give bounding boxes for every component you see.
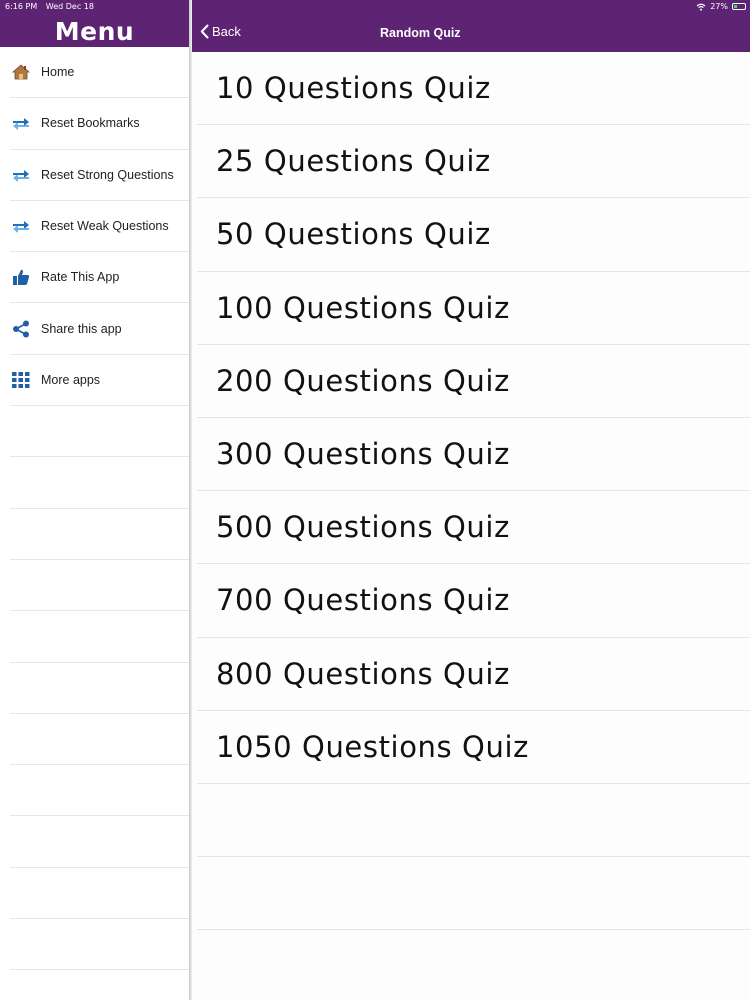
empty-row bbox=[10, 509, 189, 560]
share-icon bbox=[11, 319, 31, 339]
empty-row bbox=[10, 560, 189, 612]
quiz-option-50[interactable]: 50 Questions Quiz bbox=[197, 198, 750, 272]
sidebar-item-label: Reset Strong Questions bbox=[41, 167, 174, 182]
sidebar-item-share-this-app[interactable]: Share this app bbox=[10, 303, 189, 355]
empty-row bbox=[10, 816, 189, 868]
sidebar-item-label: Share this app bbox=[41, 321, 122, 336]
sidebar-item-label: Rate This App bbox=[41, 270, 120, 285]
quiz-option-label: 10 Questions Quiz bbox=[216, 71, 491, 106]
sidebar-item-more-apps[interactable]: More apps bbox=[10, 355, 189, 407]
status-date: Wed Dec 18 bbox=[45, 2, 94, 11]
quiz-option-1050[interactable]: 1050 Questions Quiz bbox=[197, 711, 750, 784]
quiz-option-label: 500 Questions Quiz bbox=[216, 510, 510, 545]
quiz-option-10[interactable]: 10 Questions Quiz bbox=[197, 52, 750, 126]
empty-row bbox=[197, 857, 750, 931]
empty-row bbox=[10, 663, 189, 714]
quiz-option-label: 700 Questions Quiz bbox=[216, 583, 510, 618]
house-icon bbox=[11, 62, 31, 82]
battery-percent: 27% bbox=[710, 2, 728, 11]
wifi-icon bbox=[696, 3, 706, 11]
quiz-option-700[interactable]: 700 Questions Quiz bbox=[197, 564, 750, 638]
quiz-option-500[interactable]: 500 Questions Quiz bbox=[197, 491, 750, 565]
reset-arrows-icon bbox=[11, 216, 31, 236]
empty-row bbox=[10, 406, 189, 458]
quiz-option-label: 100 Questions Quiz bbox=[216, 290, 510, 325]
quiz-option-label: 800 Questions Quiz bbox=[216, 656, 510, 691]
empty-row bbox=[10, 714, 189, 766]
page-title: Random Quiz bbox=[380, 26, 461, 40]
quiz-option-100[interactable]: 100 Questions Quiz bbox=[197, 272, 750, 345]
status-time: 6:16 PM bbox=[5, 2, 38, 11]
reset-arrows-icon bbox=[11, 165, 31, 185]
empty-row bbox=[197, 784, 750, 858]
sidebar-item-reset-strong-questions[interactable]: Reset Strong Questions bbox=[10, 150, 189, 201]
sidebar-item-label: More apps bbox=[41, 372, 101, 387]
quiz-option-label: 50 Questions Quiz bbox=[216, 217, 491, 252]
empty-row bbox=[10, 970, 189, 1000]
sidebar-item-label: Reset Bookmarks bbox=[41, 116, 140, 131]
sidebar-item-reset-bookmarks[interactable]: Reset Bookmarks bbox=[10, 98, 189, 150]
quiz-option-label: 300 Questions Quiz bbox=[216, 437, 510, 472]
sidebar-item-label: Home bbox=[41, 65, 75, 80]
quiz-option-800[interactable]: 800 Questions Quiz bbox=[197, 638, 750, 711]
quiz-option-label: 200 Questions Quiz bbox=[216, 363, 510, 398]
sidebar-item-rate-this-app[interactable]: Rate This App bbox=[10, 252, 189, 304]
empty-row bbox=[10, 765, 189, 817]
grid-icon bbox=[11, 370, 31, 390]
empty-row bbox=[10, 457, 189, 509]
empty-row bbox=[10, 919, 189, 971]
quiz-option-300[interactable]: 300 Questions Quiz bbox=[197, 418, 750, 492]
empty-row bbox=[10, 611, 189, 663]
reset-arrows-icon bbox=[11, 113, 31, 133]
main-panel: Back Random Quiz 10 Questions Quiz 25 Qu… bbox=[192, 0, 750, 1000]
sidebar-item-home[interactable]: Home bbox=[10, 47, 189, 99]
sidebar-menu: Menu Home Reset Bookmarks Reset Strong Q… bbox=[0, 0, 189, 1000]
sidebar-item-reset-weak-questions[interactable]: Reset Weak Questions bbox=[10, 201, 189, 253]
quiz-option-200[interactable]: 200 Questions Quiz bbox=[197, 345, 750, 418]
battery-icon bbox=[732, 3, 746, 10]
quiz-option-label: 1050 Questions Quiz bbox=[216, 729, 529, 764]
status-bar: 6:16 PM Wed Dec 18 27% bbox=[0, 0, 750, 14]
quiz-option-label: 25 Questions Quiz bbox=[216, 144, 491, 179]
quiz-option-25[interactable]: 25 Questions Quiz bbox=[197, 125, 750, 199]
empty-row bbox=[10, 868, 189, 920]
sidebar-item-label: Reset Weak Questions bbox=[41, 219, 169, 234]
thumbs-up-icon bbox=[11, 267, 31, 287]
